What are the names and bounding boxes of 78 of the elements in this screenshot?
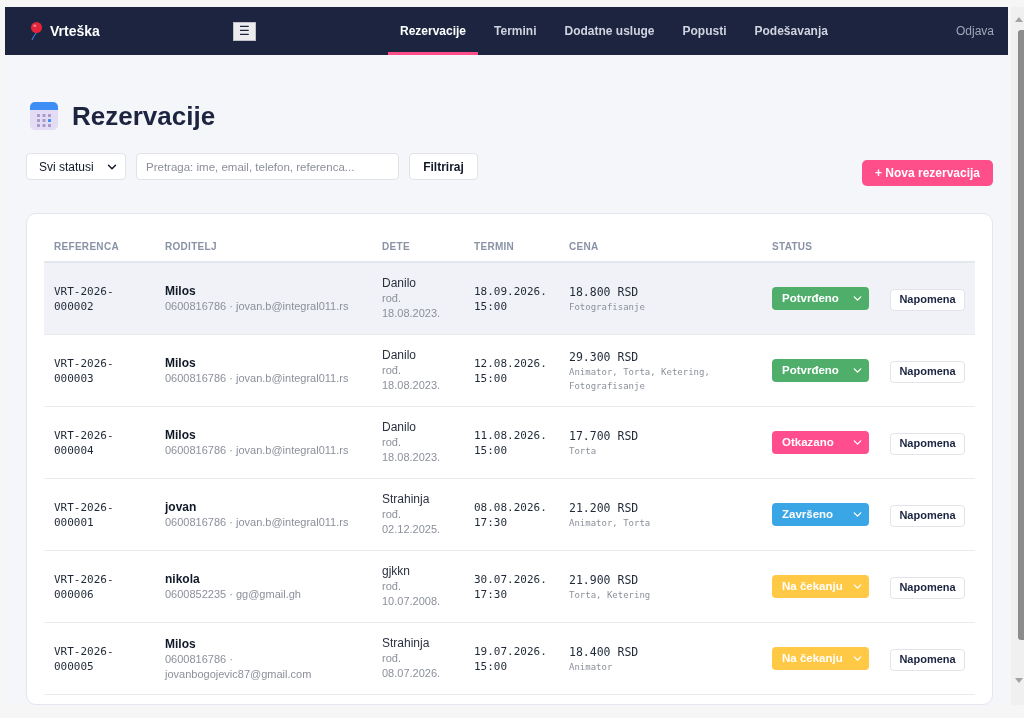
child-birth-date: rođ. 02.12.2025. xyxy=(382,507,442,537)
extras-text: Fotografisanje xyxy=(569,300,645,314)
extras-text: Torta xyxy=(569,444,597,458)
menu-button[interactable]: ☰ xyxy=(233,21,256,41)
nav-tab[interactable]: Termini xyxy=(482,7,549,55)
column-header: RODITELJ xyxy=(165,240,218,254)
brand-name: Vrteška xyxy=(50,21,100,41)
parent-contact: 0600816786 · jovan.b@integral011.rs xyxy=(165,299,349,314)
parent-name: Milos xyxy=(165,635,196,652)
note-button[interactable]: Napomena xyxy=(890,288,965,311)
parent-contact: 0600816786 · jovan.b@integral011.rs xyxy=(165,515,349,530)
note-button[interactable]: Napomena xyxy=(890,360,965,383)
reference-text: VRT-2026-000001 xyxy=(54,499,115,530)
child-name: Strahinja xyxy=(382,636,430,651)
parent-name: jovan xyxy=(165,499,197,515)
reference-text: VRT-2026-000005 xyxy=(54,643,115,674)
child-name: Danilo xyxy=(382,420,417,435)
parent-contact: 0600816786 · jovan.b@integral011.rs xyxy=(165,371,349,386)
child-name: Danilo xyxy=(382,276,417,291)
note-button[interactable]: Napomena xyxy=(890,576,965,599)
child-birth-date: rođ. 18.08.2023. xyxy=(382,435,442,465)
booking-date: 19.07.2026. 15:00 xyxy=(474,643,548,674)
price-text: 18.400 RSD xyxy=(569,643,639,660)
child-birth-date: rođ. 18.08.2023. xyxy=(382,363,442,393)
booking-date: 11.08.2026. 15:00 xyxy=(474,427,548,458)
scroll-down-icon[interactable] xyxy=(1015,678,1023,683)
price-text: 18.800 RSD xyxy=(569,283,639,300)
column-header: REFERENCA xyxy=(54,240,120,254)
child-birth-date: rođ. 08.07.2026. xyxy=(382,651,442,681)
scrollbar-thumb[interactable] xyxy=(1018,30,1024,640)
parent-name: Milos xyxy=(165,283,196,299)
reference-text: VRT-2026-000002 xyxy=(54,283,115,314)
price-text: 21.200 RSD xyxy=(569,499,639,516)
booking-date: 30.07.2026. 17:30 xyxy=(474,571,548,602)
child-name: Danilo xyxy=(382,348,417,363)
price-text: 17.700 RSD xyxy=(569,427,639,444)
booking-date: 08.08.2026. 17:30 xyxy=(474,499,548,530)
logout-link[interactable]: Odjava xyxy=(955,7,994,55)
column-header: DETE xyxy=(382,240,411,254)
parent-name: Milos xyxy=(165,427,196,443)
nav-tab[interactable]: Dodatne usluge xyxy=(552,7,667,55)
nav-tab[interactable]: Podešavanja xyxy=(742,7,840,55)
calendar-icon xyxy=(30,102,58,130)
child-name: Strahinja xyxy=(382,492,430,507)
balloon-icon xyxy=(30,22,42,40)
reference-text: VRT-2026-000003 xyxy=(54,355,115,386)
booking-date: 18.09.2026. 15:00 xyxy=(474,283,548,314)
filter-button[interactable]: Filtriraj xyxy=(409,153,478,180)
parent-contact: 0600816786 · jovanbogojevic87@gmail.com xyxy=(165,651,313,682)
child-birth-date: rođ. 18.08.2023. xyxy=(382,291,442,321)
extras-text: Torta, Ketering xyxy=(569,588,651,602)
parent-contact: 0600816786 · jovan.b@integral011.rs xyxy=(165,443,349,458)
nav-tab[interactable]: Popusti xyxy=(670,7,739,55)
note-button[interactable]: Napomena xyxy=(890,648,965,671)
page-title: Rezervacije xyxy=(72,103,216,129)
child-name: gjkkn xyxy=(382,564,410,579)
note-button[interactable]: Napomena xyxy=(890,504,965,527)
column-header: CENA xyxy=(569,240,600,254)
price-text: 21.900 RSD xyxy=(569,571,639,588)
scrollbar[interactable] xyxy=(1011,7,1024,705)
column-header: STATUS xyxy=(772,240,814,254)
parent-name: Milos xyxy=(165,355,196,371)
nav-tab[interactable]: Rezervacije xyxy=(388,7,479,55)
child-birth-date: rođ. 10.07.2008. xyxy=(382,579,442,609)
reference-text: VRT-2026-000006 xyxy=(54,571,115,602)
column-header: TERMIN xyxy=(474,240,516,254)
note-button[interactable]: Napomena xyxy=(890,432,965,455)
booking-date: 12.08.2026. 15:00 xyxy=(474,355,548,386)
extras-text: Animator xyxy=(569,660,613,674)
search-field[interactable]: Pretraga: ime, email, telefon, referenca... xyxy=(136,153,399,180)
price-text: 29.300 RSD xyxy=(569,348,639,365)
reference-text: VRT-2026-000004 xyxy=(54,427,115,458)
parent-name: nikola xyxy=(165,571,200,587)
status-filter-select[interactable]: Svi statusi xyxy=(26,153,126,180)
parent-contact: 0600852235 · gg@gmail.gh xyxy=(165,587,301,602)
extras-text: Animator, Torta, Ketering, Fotografisanje xyxy=(569,365,711,393)
scroll-up-icon[interactable] xyxy=(1015,17,1023,22)
extras-text: Animator, Torta xyxy=(569,516,651,530)
